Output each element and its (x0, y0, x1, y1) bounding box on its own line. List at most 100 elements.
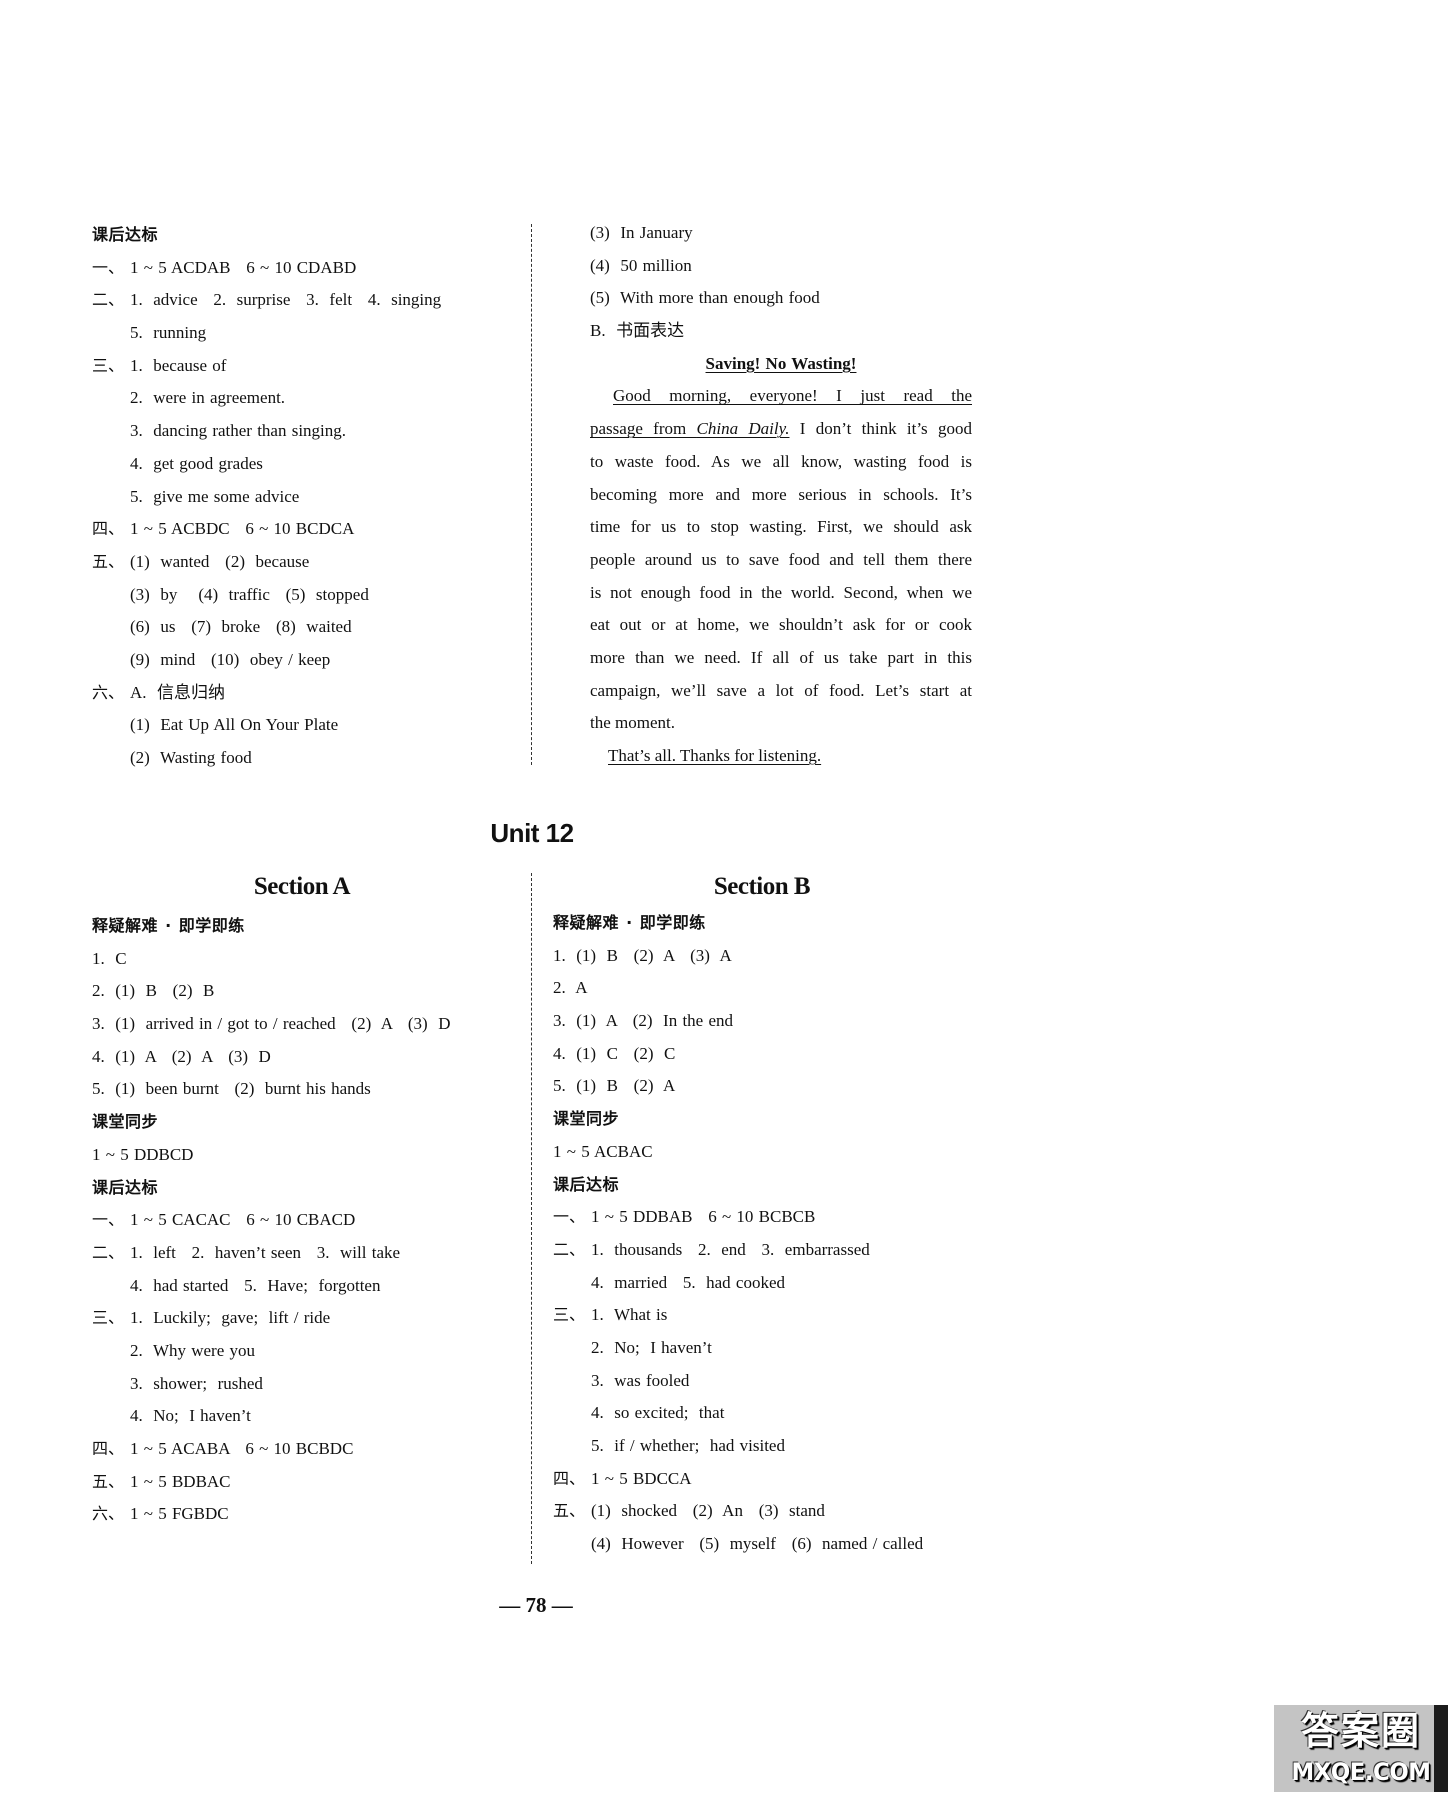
answer-line: 2. Why were you (92, 1335, 532, 1368)
answer-text: 4. No; I haven’t (130, 1406, 251, 1426)
answer-text: 2. No; I haven’t (591, 1337, 712, 1357)
essay-line: is not enough food in the world. Second,… (590, 582, 972, 602)
answer-text: (4) However (5) myself (6) named / calle… (591, 1534, 924, 1554)
essay-source-name: China Daily. (696, 419, 790, 439)
watermark-url-text: MXQE.COM (1291, 1758, 1431, 1786)
answer-line: 2. A (553, 978, 588, 998)
answer-line: 4. get good grades (92, 448, 532, 481)
answer-line: 二、 1. advice 2. surprise 3. felt 4. singi… (92, 284, 532, 317)
answer-text: (1) Eat Up All On Your Plate (130, 715, 339, 735)
answer-text: 1 ~ 5 ACABA 6 ~ 10 BCBDC (130, 1439, 354, 1458)
answer-line: 四、 1 ~ 5 BDCCA (553, 1463, 983, 1496)
answer-text: 1. left 2. haven’t seen 3. will take (130, 1242, 401, 1262)
answer-line: 3. dancing rather than singing. (92, 415, 532, 448)
answer-text: (6) us (7) broke (8) waited (130, 617, 352, 637)
answer-line: (9) mind (10) obey / keep (92, 644, 532, 677)
answer-text: 1. because of (130, 355, 227, 375)
answer-line: 1. C (92, 948, 127, 968)
section-heading: 课堂同步 (553, 1109, 620, 1129)
answer-text: 5. running (130, 323, 207, 343)
answer-line: 3. was fooled (553, 1365, 983, 1398)
answer-text: 1 ~ 5 BDBAC (130, 1471, 231, 1491)
answer-text: (3) by (4) traffic (5) stopped (130, 584, 369, 604)
answer-line: 一、 1 ~ 5 DDBAB 6 ~ 10 BCBCB (553, 1201, 983, 1234)
section-b-title: Section B (713, 873, 811, 900)
answer-line: 1. (1) B (2) A (3) A (553, 945, 732, 965)
answer-line: 2. were in agreement. (92, 382, 532, 415)
answer-line: 六、 A. 信息归纳 (92, 677, 532, 710)
section-heading: 课后达标 (553, 1174, 620, 1194)
answer-line: (4) However (5) myself (6) named / calle… (553, 1528, 983, 1561)
answer-text: 1. What is (591, 1305, 668, 1325)
answer-text: 1. advice 2. surprise 3. felt 4. singing (130, 290, 442, 310)
essay-line: campaign, we’ll save a lot of food. Let’… (590, 680, 972, 700)
answer-line: 5. if / whether; had visited (553, 1430, 983, 1463)
answer-line: 4. (1) C (2) C (553, 1043, 676, 1063)
answer-line: 六、 1 ~ 5 FGBDC (92, 1498, 532, 1531)
question-number: 四、 (92, 1439, 125, 1458)
answer-text: 1 ~ 5 DDBAB 6 ~ 10 BCBCB (591, 1207, 816, 1227)
unit-title: Unit 12 (490, 818, 574, 848)
section-a-answers: 释疑解难 · 即学即练 1. C 2. (1) B (2) B 3. (1) a… (92, 910, 532, 1531)
watermark-chinese-text: 答案圈 (1300, 1709, 1421, 1753)
section-heading: 释疑解难 · 即学即练 (92, 916, 245, 935)
essay-line: to waste food. As we all know, wasting f… (590, 451, 972, 471)
question-number: 二、 (92, 1242, 125, 1262)
essay-line: becoming more and more serious in school… (590, 484, 972, 504)
answer-line: 5. running (92, 317, 532, 350)
column-divider-top (531, 224, 532, 765)
question-number: 一、 (92, 257, 125, 277)
answer-line: 五、 (1) wanted (2) because (92, 546, 532, 579)
essay-title-text: Saving! No Wasting! (705, 353, 857, 373)
essay-text: I don’t think it’s good (789, 419, 972, 439)
answer-line: 5. (1) been burnt (2) burnt his hands (92, 1079, 371, 1099)
answer-line: 5. (1) B (2) A (553, 1076, 676, 1096)
answer-line: 2. (1) B (2) B (92, 981, 215, 1001)
answer-line: 一、 1 ~ 5 ACDAB 6 ~ 10 CDABD (92, 252, 532, 285)
answer-line: (5) With more than enough food (590, 288, 820, 308)
essay-opening: Good morning, everyone! I just read the (613, 386, 972, 406)
essay-line: more than we need. If all of us take par… (590, 647, 972, 667)
answer-text: (1) shocked (2) An (3) stand (591, 1501, 825, 1521)
answer-text: 1 ~ 5 FGBDC (130, 1504, 229, 1524)
answer-text: 5. if / whether; had visited (591, 1436, 785, 1455)
question-number: 二、 (553, 1239, 586, 1259)
answer-line: (4) 50 million (590, 255, 692, 275)
answer-text: (9) mind (10) obey / keep (130, 649, 331, 669)
essay-line: Good morning, everyone! I just read the (590, 380, 972, 413)
essay-line: people around us to save food and tell t… (590, 549, 972, 569)
answer-text: 1 ~ 5 ACBDC 6 ~ 10 BCDCA (130, 519, 355, 539)
answer-text: A. 信息归纳 (130, 682, 226, 702)
answer-line: 三、 1. because of (92, 350, 532, 383)
section-heading: 释疑解难 · 即学即练 (553, 913, 706, 932)
answer-line: 五、 1 ~ 5 BDBAC (92, 1466, 532, 1499)
answer-line: 1 ~ 5 DDBCD (92, 1144, 194, 1164)
answer-line: (6) us (7) broke (8) waited (92, 611, 532, 644)
section-heading: 课后达标 (92, 225, 159, 244)
answer-key-page: 课后达标 一、 1 ~ 5 ACDAB 6 ~ 10 CDABD 二、 1. adv… (0, 0, 1454, 1800)
question-number: 五、 (92, 1471, 125, 1491)
answer-line: 四、 1 ~ 5 ACABA 6 ~ 10 BCBDC (92, 1433, 532, 1466)
essay-line: the moment. (590, 713, 675, 733)
answer-line: 5. give me some advice (92, 481, 532, 514)
question-number: 二、 (92, 290, 125, 310)
question-number: 一、 (553, 1207, 586, 1227)
essay-closing: That’s all. Thanks for listening. (590, 740, 972, 773)
essay-line: eat out or at home, we shouldn’t ask for… (590, 615, 972, 635)
answer-text: 4. married 5. had cooked (591, 1272, 785, 1292)
answer-text: 1 ~ 5 CACAC 6 ~ 10 CBACD (130, 1210, 356, 1230)
answer-text: 3. dancing rather than singing. (130, 421, 347, 441)
section-a-title: Section A (253, 873, 351, 900)
section-b-answers: 释疑解难 · 即学即练 1. (1) B (2) A (3) A 2. A 3.… (553, 907, 983, 1561)
answer-text: 3. was fooled (591, 1370, 690, 1390)
answer-line: 一、 1 ~ 5 CACAC 6 ~ 10 CBACD (92, 1204, 532, 1237)
answer-line: 3. (1) A (2) In the end (553, 1011, 734, 1031)
answer-line: (1) Eat Up All On Your Plate (92, 709, 532, 742)
answer-line: 三、 1. Luckily; gave; lift / ride (92, 1302, 532, 1335)
answer-text: 1. thousands 2. end 3. embarrassed (591, 1239, 870, 1259)
answer-line: (2) Wasting food (92, 742, 532, 775)
answer-text: 2. were in agreement. (130, 388, 286, 408)
question-number: 五、 (553, 1501, 586, 1521)
answer-line: 4. (1) A (2) A (3) D (92, 1046, 271, 1066)
answer-text: 2. Why were you (130, 1340, 256, 1360)
